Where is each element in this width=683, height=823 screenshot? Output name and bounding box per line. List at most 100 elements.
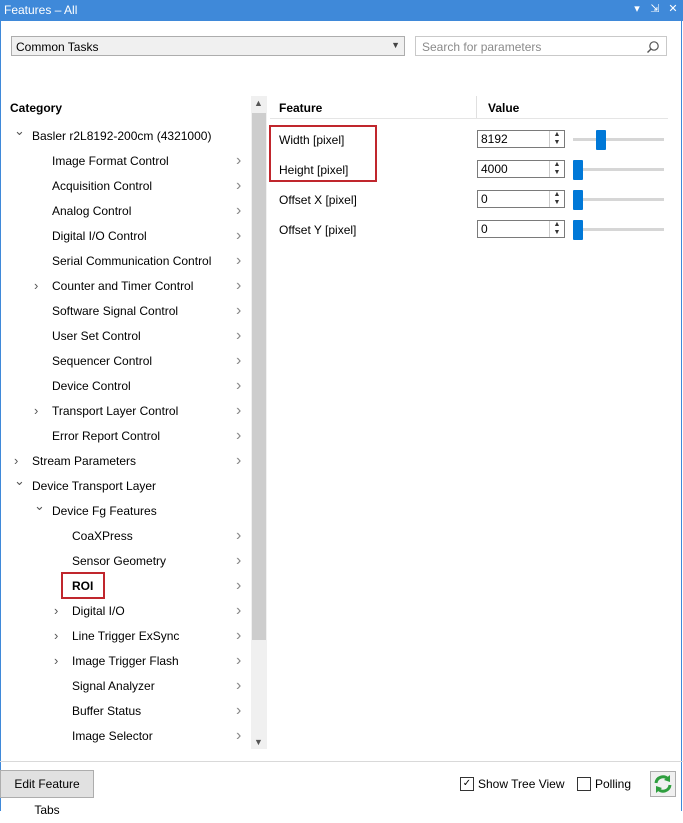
- chevron-right-icon[interactable]: ›: [236, 350, 241, 372]
- collapse-icon[interactable]: ⌄: [14, 120, 25, 142]
- chevron-right-icon[interactable]: ›: [236, 650, 241, 672]
- tree-item[interactable]: Image Selector ›: [0, 725, 250, 747]
- chevron-right-icon[interactable]: ›: [236, 625, 241, 647]
- chevron-right-icon[interactable]: ›: [236, 525, 241, 547]
- refresh-button[interactable]: [650, 771, 676, 797]
- close-icon[interactable]: ✕: [667, 2, 679, 15]
- feature-value-spinbox[interactable]: 0 ▲ ▼: [477, 190, 565, 208]
- tree-item[interactable]: Image Format Control ›: [0, 150, 250, 172]
- column-divider[interactable]: [476, 96, 477, 118]
- chevron-right-icon[interactable]: ›: [236, 200, 241, 222]
- tree-scrollbar[interactable]: ▲ ▼: [251, 96, 267, 749]
- chevron-right-icon[interactable]: ›: [236, 300, 241, 322]
- expand-icon[interactable]: ›: [34, 400, 38, 422]
- chevron-right-icon[interactable]: ›: [236, 175, 241, 197]
- checkbox-unchecked-icon[interactable]: [577, 777, 591, 791]
- feature-slider[interactable]: [573, 190, 664, 210]
- search-box[interactable]: [415, 36, 667, 56]
- slider-handle[interactable]: [573, 160, 583, 180]
- tree-item[interactable]: Device Control ›: [0, 375, 250, 397]
- chevron-right-icon[interactable]: ›: [236, 225, 241, 247]
- chevron-right-icon[interactable]: ›: [236, 275, 241, 297]
- slider-handle[interactable]: [573, 220, 583, 240]
- tree-item[interactable]: CoaXPress ›: [0, 525, 250, 547]
- slider-handle[interactable]: [573, 190, 583, 210]
- expand-icon[interactable]: ›: [54, 600, 58, 622]
- slider-track[interactable]: [573, 228, 664, 231]
- tree-item[interactable]: ROI ›: [0, 575, 250, 597]
- chevron-right-icon[interactable]: ›: [236, 600, 241, 622]
- expand-icon[interactable]: ›: [54, 650, 58, 672]
- search-icon[interactable]: [646, 40, 660, 57]
- tree-item[interactable]: › Transport Layer Control ›: [0, 400, 250, 422]
- feature-set-combobox[interactable]: Common Tasks ▼: [11, 36, 405, 56]
- chevron-right-icon[interactable]: ›: [236, 700, 241, 722]
- tree-item[interactable]: › Counter and Timer Control ›: [0, 275, 250, 297]
- spin-buttons[interactable]: ▲ ▼: [549, 131, 564, 147]
- tree-item[interactable]: Sensor Geometry ›: [0, 550, 250, 572]
- slider-handle[interactable]: [596, 130, 606, 150]
- expand-icon[interactable]: ›: [54, 625, 58, 647]
- spin-buttons[interactable]: ▲ ▼: [549, 191, 564, 207]
- tree-item[interactable]: ⌄ Device Transport Layer: [0, 473, 250, 497]
- search-input[interactable]: [420, 39, 644, 55]
- chevron-right-icon[interactable]: ›: [236, 675, 241, 697]
- feature-value[interactable]: 0: [481, 222, 488, 236]
- spin-buttons[interactable]: ▲ ▼: [549, 221, 564, 237]
- slider-track[interactable]: [573, 138, 664, 141]
- chevron-right-icon[interactable]: ›: [236, 425, 241, 447]
- spin-up-icon[interactable]: ▲: [550, 161, 564, 169]
- spin-up-icon[interactable]: ▲: [550, 131, 564, 139]
- chevron-right-icon[interactable]: ›: [236, 250, 241, 272]
- tree-item[interactable]: Serial Communication Control ›: [0, 250, 250, 272]
- chevron-right-icon[interactable]: ›: [236, 400, 241, 422]
- dropdown-icon[interactable]: ▾: [631, 2, 643, 15]
- tree-item[interactable]: Software Signal Control ›: [0, 300, 250, 322]
- tree-item[interactable]: ⌄ Basler r2L8192-200cm (4321000): [0, 123, 250, 147]
- tree-item[interactable]: Acquisition Control ›: [0, 175, 250, 197]
- scrollbar-thumb[interactable]: [252, 113, 266, 640]
- chevron-right-icon[interactable]: ›: [236, 575, 241, 597]
- spin-down-icon[interactable]: ▼: [550, 139, 564, 147]
- feature-value[interactable]: 4000: [481, 162, 508, 176]
- feature-slider[interactable]: [573, 130, 664, 150]
- spin-down-icon[interactable]: ▼: [550, 199, 564, 207]
- collapse-icon[interactable]: ⌄: [34, 495, 45, 517]
- feature-slider[interactable]: [573, 160, 664, 180]
- spin-buttons[interactable]: ▲ ▼: [549, 161, 564, 177]
- spin-up-icon[interactable]: ▲: [550, 221, 564, 229]
- tree-item[interactable]: Digital I/O Control ›: [0, 225, 250, 247]
- tree-item[interactable]: › Digital I/O ›: [0, 600, 250, 622]
- feature-value-spinbox[interactable]: 4000 ▲ ▼: [477, 160, 565, 178]
- feature-slider[interactable]: [573, 220, 664, 240]
- edit-feature-tabs-button[interactable]: Edit Feature Tabs: [0, 770, 94, 817]
- tree-item[interactable]: ⌄ Device Fg Features: [0, 498, 250, 522]
- slider-track[interactable]: [573, 168, 664, 171]
- tree-item[interactable]: › Image Trigger Flash ›: [0, 650, 250, 672]
- tree-item[interactable]: Buffer Status ›: [0, 700, 250, 722]
- tree-item[interactable]: Analog Control ›: [0, 200, 250, 222]
- scroll-up-icon[interactable]: ▲: [254, 98, 263, 108]
- tree-item[interactable]: Signal Analyzer ›: [0, 675, 250, 697]
- chevron-right-icon[interactable]: ›: [236, 550, 241, 572]
- chevron-right-icon[interactable]: ›: [236, 325, 241, 347]
- spin-down-icon[interactable]: ▼: [550, 169, 564, 177]
- tree-item[interactable]: Sequencer Control ›: [0, 350, 250, 372]
- feature-value-spinbox[interactable]: 8192 ▲ ▼: [477, 130, 565, 148]
- spin-down-icon[interactable]: ▼: [550, 229, 564, 237]
- feature-value-spinbox[interactable]: 0 ▲ ▼: [477, 220, 565, 238]
- pin-icon[interactable]: ⇲: [649, 2, 661, 15]
- tree-item[interactable]: › Line Trigger ExSync ›: [0, 625, 250, 647]
- slider-track[interactable]: [573, 198, 664, 201]
- chevron-right-icon[interactable]: ›: [236, 375, 241, 397]
- chevron-right-icon[interactable]: ›: [236, 725, 241, 747]
- tree-item[interactable]: Error Report Control ›: [0, 425, 250, 447]
- expand-icon[interactable]: ›: [14, 450, 18, 472]
- chevron-right-icon[interactable]: ›: [236, 150, 241, 172]
- feature-value[interactable]: 8192: [481, 132, 508, 146]
- tree-item[interactable]: › Stream Parameters ›: [0, 450, 250, 472]
- tree-item[interactable]: User Set Control ›: [0, 325, 250, 347]
- expand-icon[interactable]: ›: [34, 275, 38, 297]
- collapse-icon[interactable]: ⌄: [14, 470, 25, 492]
- spin-up-icon[interactable]: ▲: [550, 191, 564, 199]
